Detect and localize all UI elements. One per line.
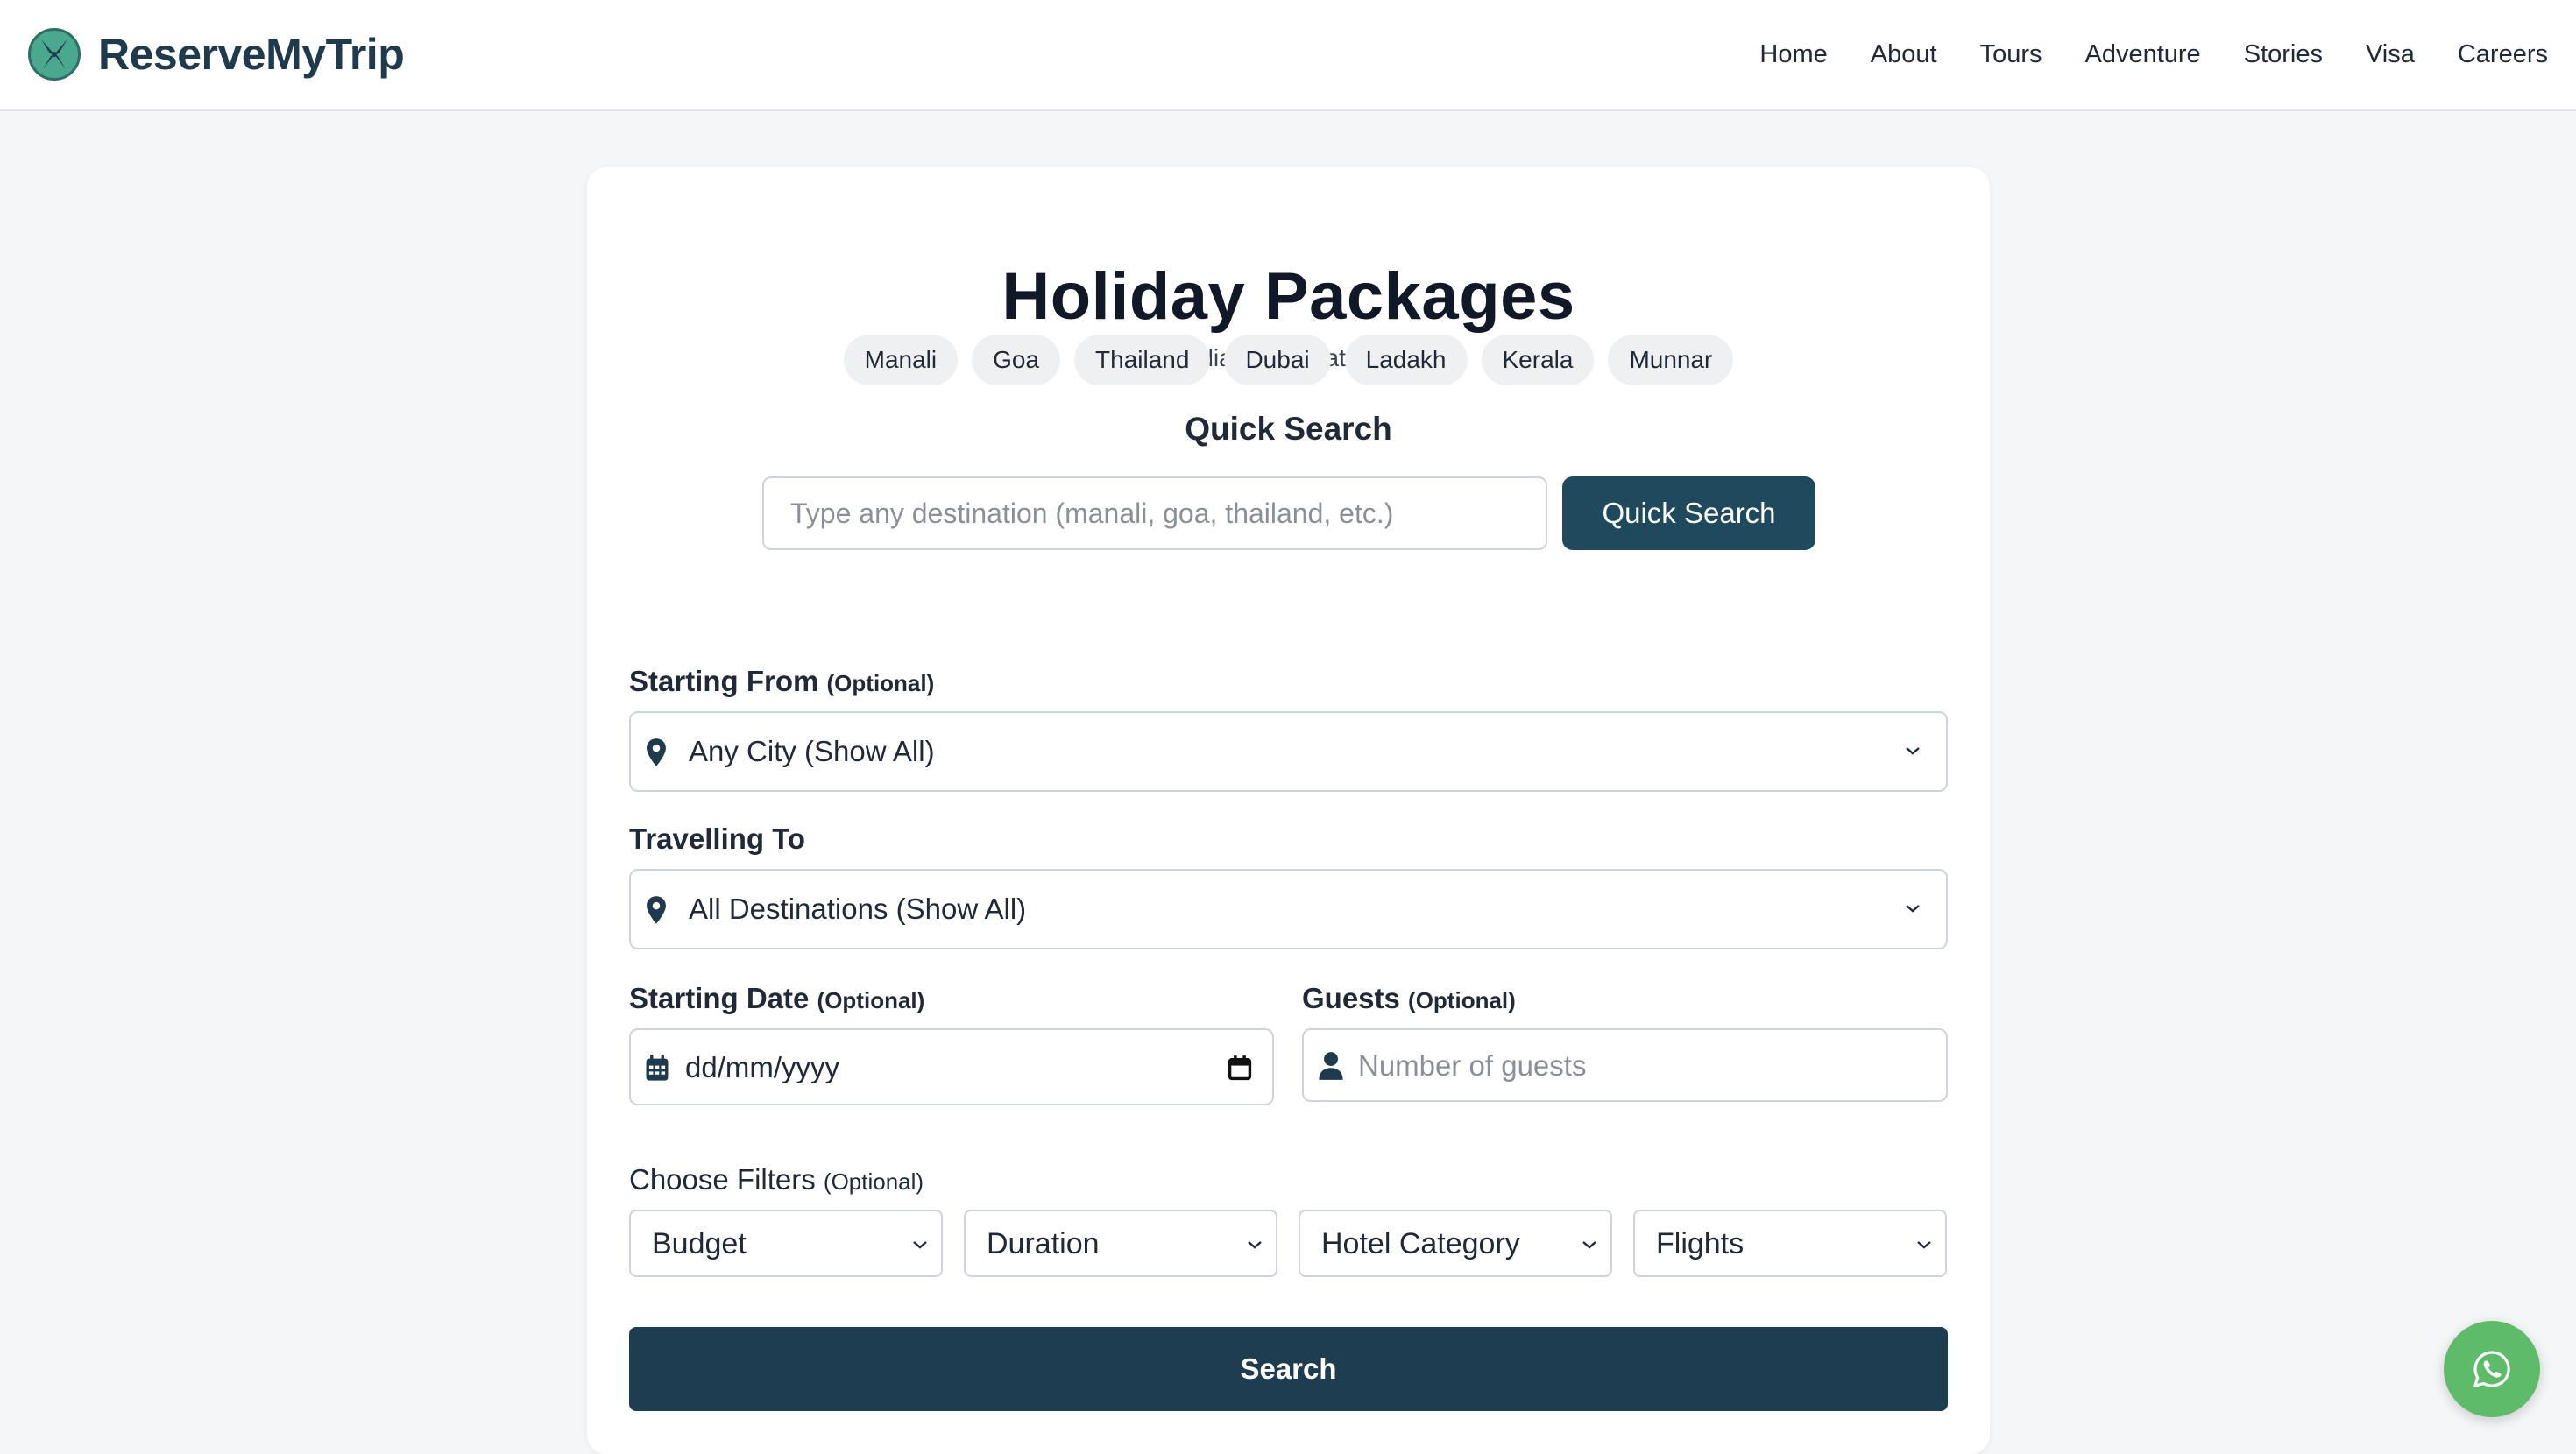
nav-about[interactable]: About [1871, 40, 1937, 69]
starting-from-select[interactable]: Any City (Show All) [629, 711, 1948, 792]
starting-date-label-text: Starting Date [629, 982, 810, 1014]
chevron-down-icon [1246, 1239, 1263, 1255]
travelling-to-value: All Destinations (Show All) [689, 893, 1027, 925]
filter-budget-label: Budget [652, 1227, 747, 1260]
filter-hotel-category-label: Hotel Category [1321, 1227, 1520, 1260]
guests-label: Guests (Optional) [1302, 982, 1516, 1015]
starting-date-input[interactable]: dd/mm/yyyy [629, 1028, 1274, 1105]
chip-manali[interactable]: Manali [843, 335, 959, 385]
whatsapp-button[interactable] [2444, 1321, 2540, 1417]
guests-input[interactable]: Number of guests [1302, 1028, 1948, 1102]
starting-date-value: dd/mm/yyyy [685, 1051, 840, 1083]
starting-date-label: Starting Date (Optional) [629, 982, 924, 1015]
nav-visa[interactable]: Visa [2366, 40, 2415, 69]
travelling-to-select[interactable]: All Destinations (Show All) [629, 869, 1948, 949]
calendar-picker-icon[interactable] [1227, 1055, 1253, 1087]
nav-tours[interactable]: Tours [1980, 40, 2042, 69]
search-card: Holiday Packages India & International Q… [587, 167, 1990, 1454]
nav-adventure[interactable]: Adventure [2084, 40, 2200, 69]
brand[interactable]: ReserveMyTrip [28, 26, 405, 82]
starting-from-label-text: Starting From [629, 665, 819, 697]
chip-thailand[interactable]: Thailand [1074, 335, 1211, 385]
optional-tag: (Optional) [826, 670, 935, 696]
page-title: Holiday Packages [1001, 259, 1575, 334]
chevron-down-icon [911, 1239, 929, 1255]
guests-placeholder: Number of guests [1358, 1049, 1587, 1082]
optional-tag: (Optional) [1408, 987, 1516, 1013]
chevron-down-icon [1915, 1239, 1933, 1255]
map-pin-icon [643, 738, 669, 772]
chevron-down-icon [1904, 745, 1921, 761]
starting-from-label: Starting From (Optional) [629, 665, 934, 698]
nav-home[interactable]: Home [1759, 40, 1827, 69]
filter-duration-label: Duration [987, 1227, 1100, 1260]
starting-from-value: Any City (Show All) [689, 735, 935, 767]
search-button[interactable]: Search [629, 1327, 1948, 1411]
quick-search-input[interactable] [762, 476, 1547, 550]
chevron-down-icon [1904, 902, 1921, 919]
filters-label-text: Choose Filters [629, 1163, 816, 1196]
chip-dubai[interactable]: Dubai [1224, 335, 1331, 385]
brand-logo-icon [28, 28, 81, 81]
quick-search-heading: Quick Search [1185, 411, 1392, 447]
nav-careers[interactable]: Careers [2458, 40, 2548, 69]
quick-search-button[interactable]: Quick Search [1562, 476, 1815, 550]
travelling-to-label: Travelling To [629, 822, 805, 856]
filter-flights-label: Flights [1656, 1227, 1744, 1260]
chip-goa[interactable]: Goa [972, 335, 1061, 385]
top-navbar: ReserveMyTrip Home About Tours Adventure… [0, 0, 2576, 111]
filters-label: Choose Filters (Optional) [629, 1163, 924, 1196]
chevron-down-icon [1581, 1239, 1598, 1255]
filter-hotel-category[interactable]: Hotel Category [1299, 1210, 1612, 1277]
optional-tag: (Optional) [823, 1168, 924, 1195]
chip-munnar[interactable]: Munnar [1608, 335, 1734, 385]
nav-stories[interactable]: Stories [2244, 40, 2323, 69]
filter-flights[interactable]: Flights [1633, 1210, 1947, 1277]
chip-kerala[interactable]: Kerala [1481, 335, 1595, 385]
whatsapp-icon [2473, 1351, 2510, 1388]
brand-name: ReserveMyTrip [98, 30, 405, 79]
filter-budget[interactable]: Budget [629, 1210, 943, 1277]
user-icon [1318, 1051, 1344, 1085]
map-pin-icon [643, 895, 669, 929]
filter-duration[interactable]: Duration [964, 1210, 1277, 1277]
optional-tag: (Optional) [817, 987, 925, 1013]
destination-chips: Manali Goa Thailand Dubai Ladakh Kerala … [587, 335, 1990, 385]
guests-label-text: Guests [1302, 982, 1400, 1014]
main-nav: Home About Tours Adventure Stories Visa … [1716, 35, 2548, 74]
calendar-icon [643, 1054, 671, 1088]
travelling-to-label-text: Travelling To [629, 822, 806, 855]
chip-ladakh[interactable]: Ladakh [1344, 335, 1468, 385]
